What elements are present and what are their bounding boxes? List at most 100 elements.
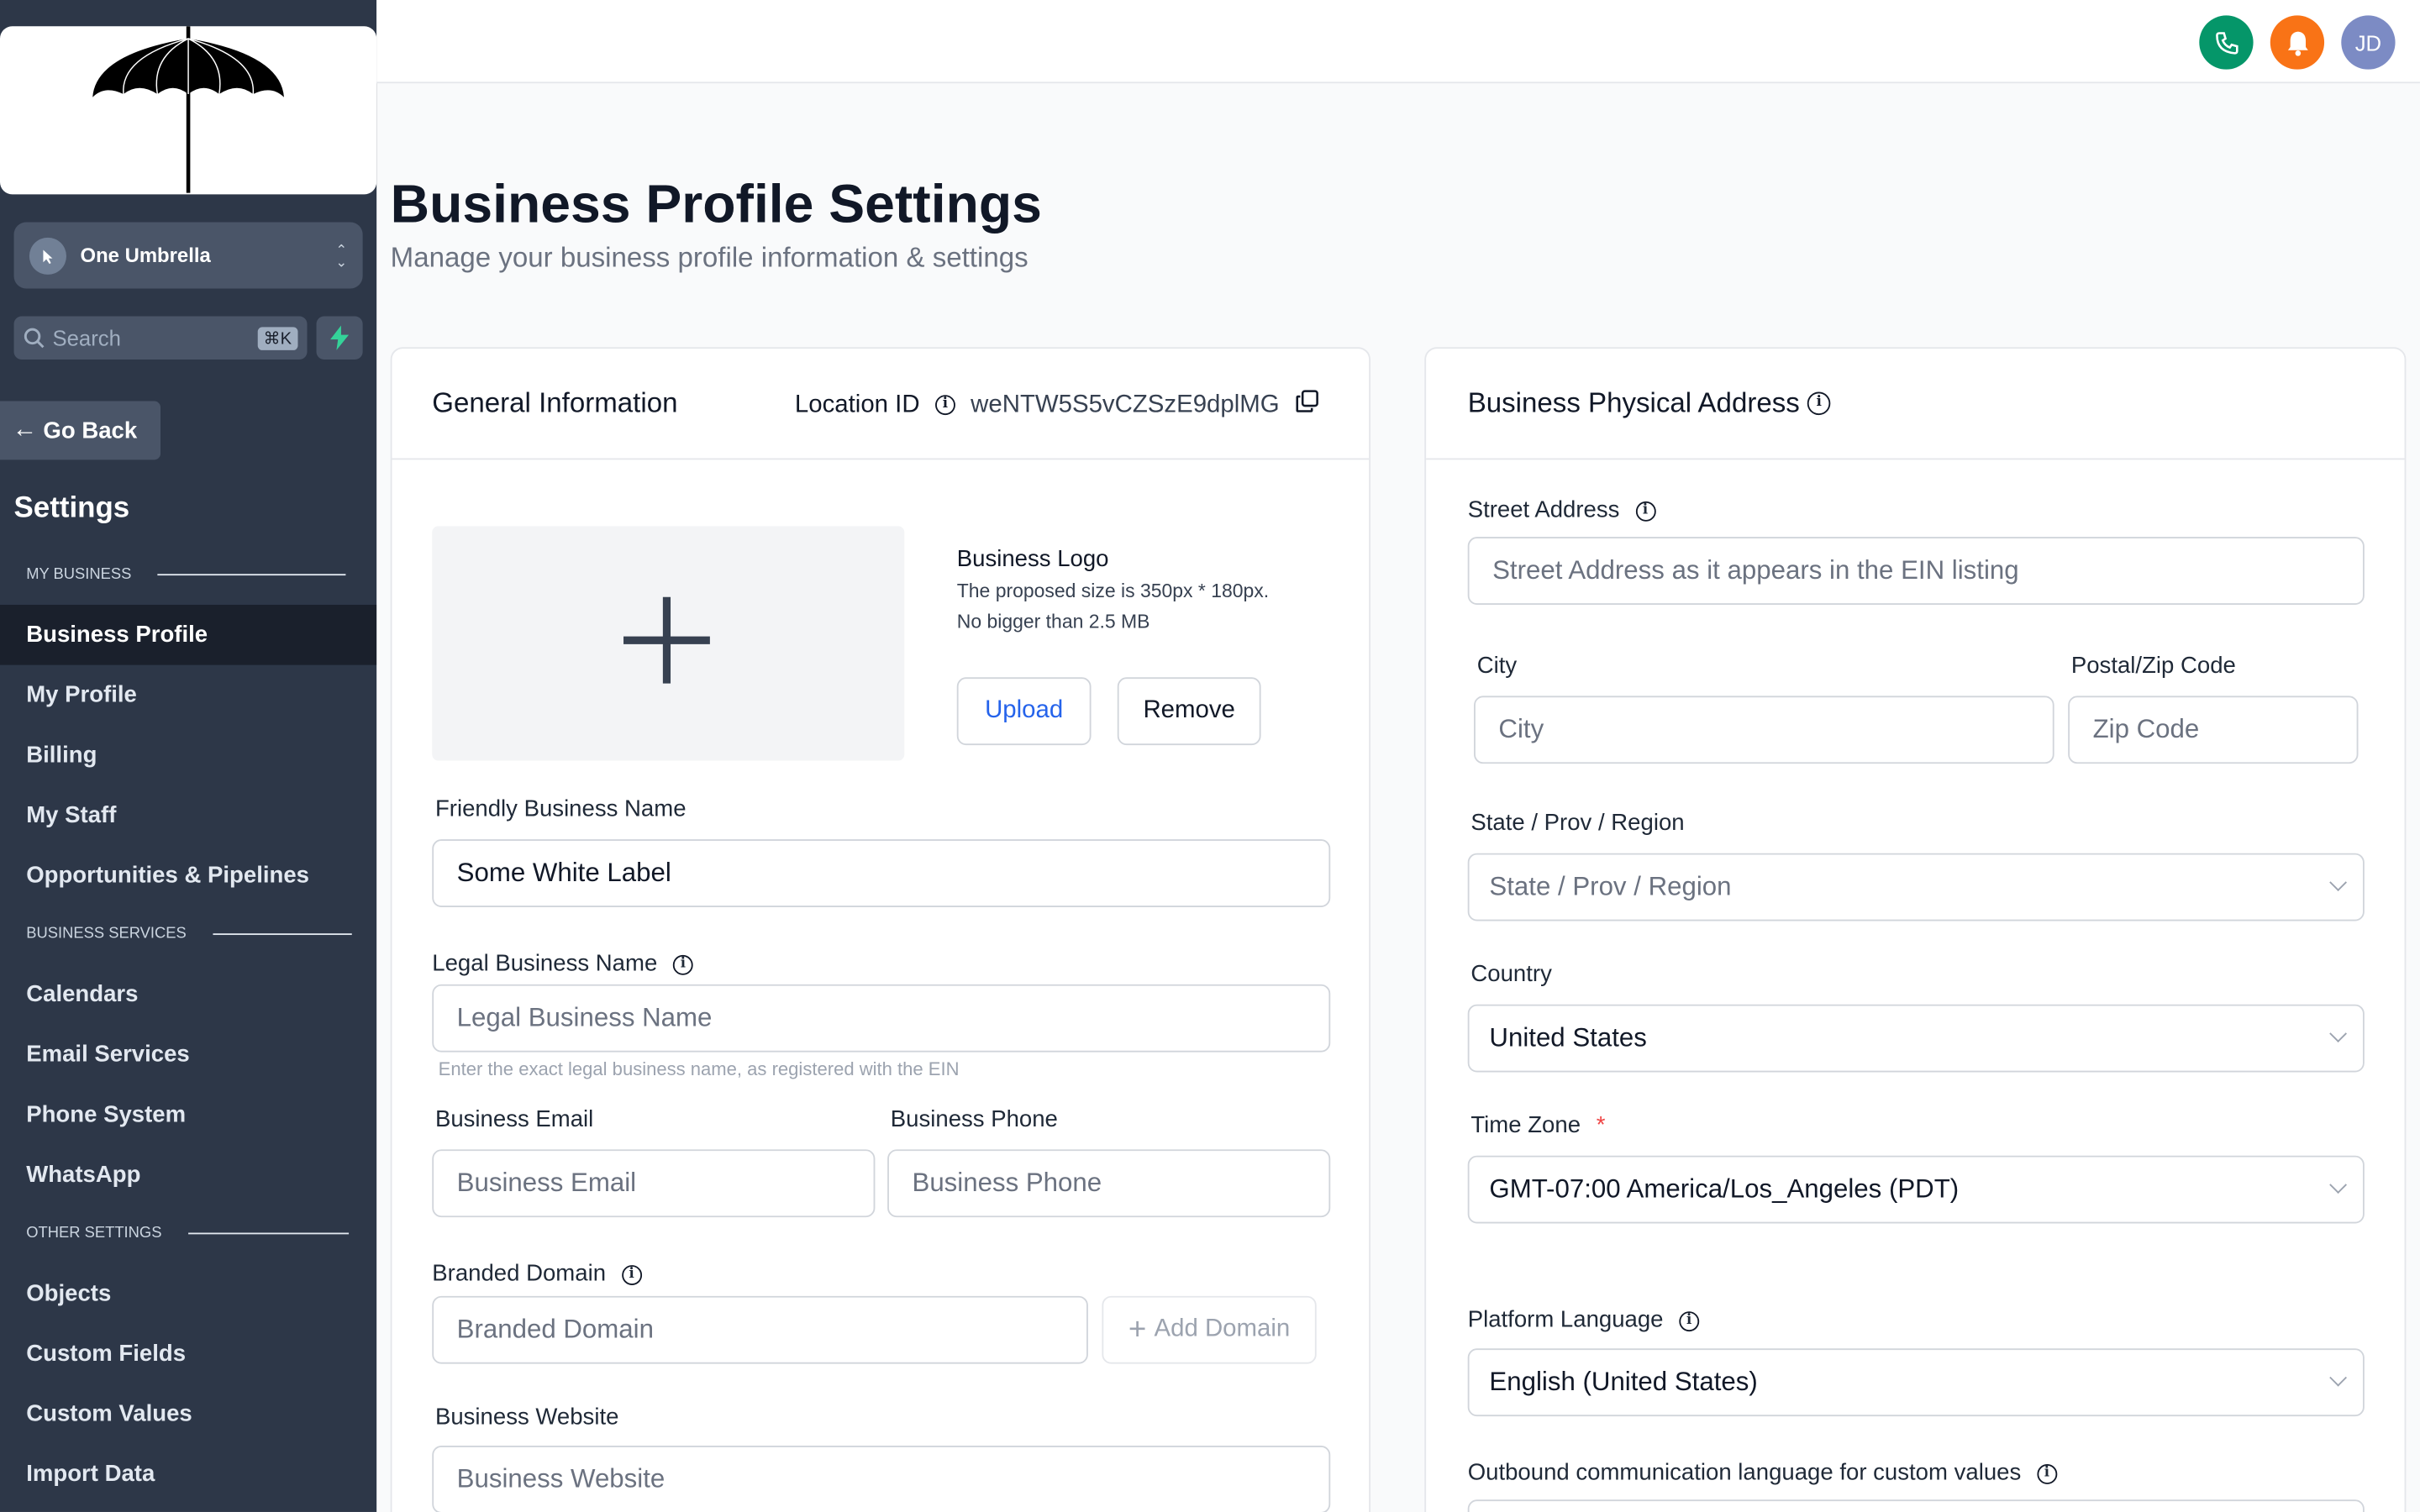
legal-name-input[interactable]: Legal Business Name [432,984,1331,1053]
chevron-down-icon [2329,1025,2347,1042]
outbound-language-select[interactable] [1467,1499,2365,1512]
sidebar-item-phone-system[interactable]: Phone System [0,1084,376,1145]
city-input[interactable]: City [1474,696,2054,764]
business-email-label: Business Email [434,1105,594,1133]
street-address-input[interactable]: Street Address as it appears in the EIN … [1467,537,2365,605]
quick-actions-button[interactable] [316,316,363,360]
info-icon: i [1679,1310,1700,1331]
friendly-name-input[interactable]: Some White Label [432,839,1331,907]
platform-language-select[interactable]: English (United States) [1467,1348,2365,1417]
branded-domain-input[interactable]: Branded Domain [432,1295,1088,1364]
logo-upload-area[interactable] [432,526,905,761]
city-label: City [1476,652,1518,680]
country-select[interactable]: United States [1467,1004,2365,1073]
zip-label: Postal/Zip Code [2070,652,2236,680]
business-phone-input[interactable]: Business Phone [887,1149,1331,1218]
sidebar: One Umbrella ⌃ ⌄ Search ⌘K ← Go Back Sett… [0,0,377,1512]
sidebar-item-email-services[interactable]: Email Services [0,1025,376,1085]
general-information-title: General Information [432,387,678,418]
platform-language-label: Platform Language i [1467,1306,1700,1333]
add-domain-label: Add Domain [1154,1315,1291,1342]
arrow-left-icon: ← [12,416,38,444]
card-header: General Information Location ID i weNTW5… [392,349,1370,460]
go-back-button[interactable]: ← Go Back [0,401,161,460]
sidebar-item-whatsapp[interactable]: WhatsApp [0,1145,376,1205]
sidebar-item-custom-values[interactable]: Custom Values [0,1384,376,1445]
info-icon: i [934,395,955,416]
business-logo-title: Business Logo [956,546,1109,573]
pointer-icon [29,236,66,275]
search-label: Search [52,325,121,350]
phone-icon [2215,31,2238,54]
state-label: State / Prov / Region [1470,810,1685,837]
copy-icon[interactable] [1295,389,1319,422]
sidebar-item-calendars[interactable]: Calendars [0,964,376,1025]
section-other-settings: OTHER SETTINGS [26,1225,349,1242]
state-select[interactable]: State / Prov / Region [1467,853,2365,921]
general-information-card: General Information Location ID i weNTW5… [390,347,1370,1512]
branded-domain-label-text: Branded Domain [432,1260,607,1287]
country-label: Country [1470,961,1552,988]
sidebar-item-custom-fields[interactable]: Custom Fields [0,1324,376,1384]
state-select-value: State / Prov / Region [1489,871,1732,901]
lightning-icon [330,325,350,350]
sidebar-item-my-profile[interactable]: My Profile [0,665,376,726]
timezone-select-value: GMT-07:00 America/Los_Angeles (PDT) [1489,1173,1960,1204]
platform-language-label-text: Platform Language [1467,1306,1664,1333]
top-bar: JD [376,0,2420,84]
info-icon: i [2036,1463,2057,1484]
info-icon: i [621,1264,642,1285]
search-icon [24,328,45,349]
upload-button[interactable]: Upload [956,677,1092,746]
go-back-label: Go Back [43,417,138,444]
section-my-business: MY BUSINESS [26,566,346,583]
location-id-label: Location ID [794,391,920,417]
country-select-value: United States [1489,1022,1647,1053]
sidebar-item-billing[interactable]: Billing [0,725,376,785]
notifications-button[interactable] [2270,15,2325,70]
sidebar-item-import-data[interactable]: Import Data [0,1444,376,1504]
section-label: BUSINESS SERVICES [26,926,187,943]
settings-title: Settings [13,491,130,525]
outbound-language-label-text: Outbound communication language for cust… [1467,1459,2022,1486]
search-shortcut: ⌘K [257,326,298,350]
phone-button[interactable] [2199,15,2254,70]
chevron-down-icon [2329,1176,2347,1194]
sidebar-item-my-staff[interactable]: My Staff [0,785,376,846]
outbound-language-label: Outbound communication language for cust… [1468,1460,2057,1486]
section-label: MY BUSINESS [26,566,132,584]
zip-input[interactable]: Zip Code [2068,696,2359,764]
remove-button[interactable]: Remove [1117,677,1261,746]
company-logo [0,26,377,195]
info-icon: i [1807,391,1831,416]
timezone-select[interactable]: GMT-07:00 America/Los_Angeles (PDT) [1467,1155,2365,1224]
business-address-card: Business Physical Address i Street Addre… [1424,347,2407,1512]
sidebar-search[interactable]: Search ⌘K [13,316,308,360]
required-marker: * [1596,1112,1606,1139]
section-business-services: BUSINESS SERVICES [26,926,352,943]
friendly-name-label: Friendly Business Name [434,795,687,822]
platform-language-select-value: English (United States) [1489,1367,1758,1397]
user-avatar[interactable]: JD [2341,15,2396,70]
account-switcher[interactable]: One Umbrella ⌃ ⌄ [13,222,363,289]
business-website-input[interactable]: Business Website [432,1445,1331,1512]
street-address-label-text: Street Address [1467,496,1620,523]
umbrella-logo-icon [92,26,284,193]
bell-icon [2286,30,2307,55]
business-website-label: Business Website [434,1404,619,1431]
business-phone-label: Business Phone [890,1105,1058,1133]
chevron-up-down-icon: ⌃ ⌄ [335,241,348,270]
business-address-title-text: Business Physical Address [1467,387,1800,418]
sidebar-item-business-profile[interactable]: Business Profile [0,604,377,665]
info-icon: i [672,954,693,974]
sidebar-item-opportunities[interactable]: Opportunities & Pipelines [0,846,376,906]
logo-size-hint: The proposed size is 350px * 180px. [956,580,1270,602]
location-id-row: Location ID i weNTW5S5vCZSzE9dplMG [795,389,1319,422]
sidebar-item-objects[interactable]: Objects [0,1263,376,1324]
logo-weight-hint: No bigger than 2.5 MB [956,611,1150,633]
add-domain-button[interactable]: + Add Domain [1102,1295,1317,1364]
card-header: Business Physical Address i [1426,349,2405,460]
legal-name-label-text: Legal Business Name [432,950,658,977]
page-subtitle: Manage your business profile information… [390,242,1028,274]
business-email-input[interactable]: Business Email [432,1149,876,1218]
